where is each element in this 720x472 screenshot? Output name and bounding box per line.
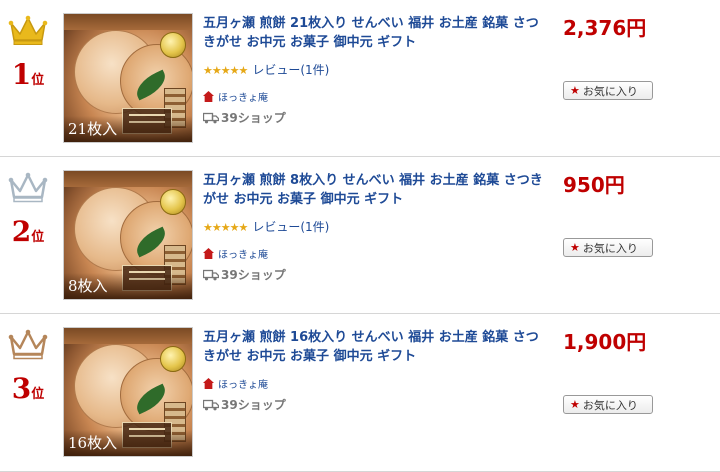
product-image[interactable]: 21枚入 [63,13,193,143]
rating-stars-icon: ★★★★★ [203,221,248,234]
shop-name: ほっきょ庵 [218,250,268,261]
shipping-label: 39ショップ [221,398,286,412]
rank-badge: 3位 [4,328,52,405]
shop-name: ほっきょ庵 [218,93,268,104]
rank-badge: 2位 [4,171,52,248]
shop-house-icon [203,248,214,259]
shipping-badge: 39ショップ [203,266,286,283]
crown-icon [8,329,48,360]
image-count-label: 21枚入 [68,120,118,138]
shop-link[interactable]: ほっきょ庵 [203,376,268,391]
shipping-badge: 39ショップ [203,396,286,413]
favorite-button[interactable]: ★ お気に入り [563,238,653,257]
favorite-label: お気に入り [582,398,638,412]
shop-house-icon [203,378,214,389]
favorite-label: お気に入り [582,241,638,255]
product-price: 2,376円 [563,16,647,40]
shipping-label: 39ショップ [221,268,286,282]
rating-stars-icon: ★★★★★ [203,64,248,77]
product-image[interactable]: 16枚入 [63,327,193,457]
rank-label: 2位 [4,215,52,248]
rank-suffix: 位 [31,387,45,402]
star-icon: ★ [570,84,580,97]
ranking-item: 1位 21枚入 五月ヶ瀬 煎餅 21枚入り せんべい 福井 お土産 銘菓 さつき… [0,0,720,157]
product-title-link[interactable]: 五月ヶ瀬 煎餅 16枚入り せんべい 福井 お土産 銘菓 さつきがせ お中元 お… [203,328,548,366]
ranking-item: 3位 16枚入 五月ヶ瀬 煎餅 16枚入り せんべい 福井 お土産 銘菓 さつき… [0,314,720,472]
product-price: 950円 [563,173,625,197]
favorite-label: お気に入り [582,84,638,98]
rank-number: 2 [11,215,32,248]
image-count-label: 8枚入 [68,277,108,295]
rank-number: 3 [11,372,32,405]
truck-icon [203,399,219,411]
shipping-label: 39ショップ [221,111,286,125]
shop-link[interactable]: ほっきょ庵 [203,89,268,104]
shop-link[interactable]: ほっきょ庵 [203,246,268,261]
ranking-list: 1位 21枚入 五月ヶ瀬 煎餅 21枚入り せんべい 福井 お土産 銘菓 さつき… [0,0,720,472]
review-link[interactable]: ★★★★★ レビュー(1件) [203,61,329,78]
rank-number: 1 [11,58,32,91]
review-count: レビュー(1件) [252,63,330,77]
truck-icon [203,112,219,124]
shop-name: ほっきょ庵 [218,380,268,391]
ranking-item: 2位 8枚入 五月ヶ瀬 煎餅 8枚入り せんべい 福井 お土産 銘菓 さつきがせ… [0,157,720,314]
star-icon: ★ [570,398,580,411]
star-icon: ★ [570,241,580,254]
crown-icon [8,15,48,45]
favorite-button[interactable]: ★ お気に入り [563,81,653,100]
truck-icon [203,269,219,281]
rank-suffix: 位 [31,230,45,245]
rank-suffix: 位 [31,73,45,88]
crown-icon [8,172,48,203]
rank-badge: 1位 [4,14,52,91]
review-link[interactable]: ★★★★★ レビュー(1件) [203,218,329,235]
product-price: 1,900円 [563,330,647,354]
rank-label: 3位 [4,372,52,405]
rank-label: 1位 [4,58,52,91]
review-count: レビュー(1件) [252,220,330,234]
shop-house-icon [203,91,214,102]
product-title-link[interactable]: 五月ヶ瀬 煎餅 8枚入り せんべい 福井 お土産 銘菓 さつきがせ お中元 お菓… [203,171,548,209]
image-count-label: 16枚入 [68,434,118,452]
shipping-badge: 39ショップ [203,109,286,126]
favorite-button[interactable]: ★ お気に入り [563,395,653,414]
product-image[interactable]: 8枚入 [63,170,193,300]
product-title-link[interactable]: 五月ヶ瀬 煎餅 21枚入り せんべい 福井 お土産 銘菓 さつきがせ お中元 お… [203,14,548,52]
